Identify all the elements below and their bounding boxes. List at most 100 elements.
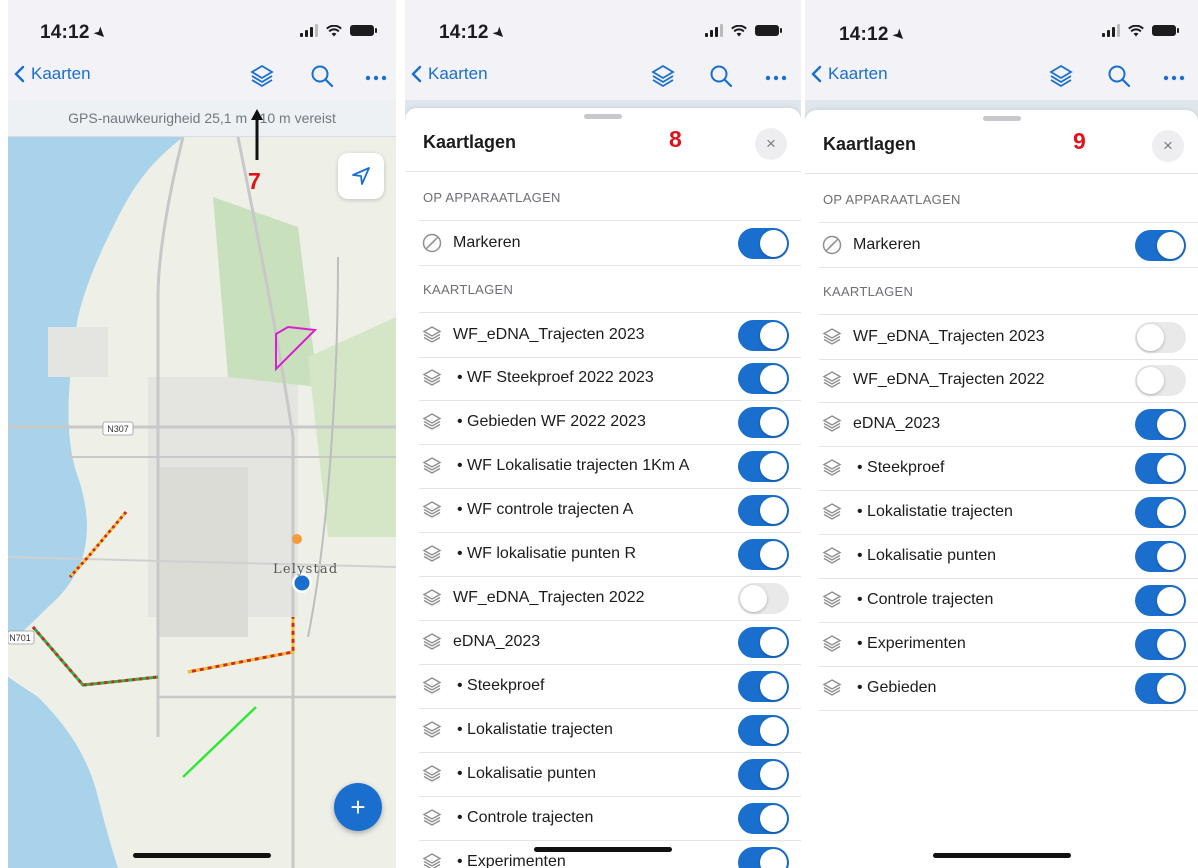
layer-toggle[interactable] <box>738 407 789 438</box>
layer-label: • WF Lokalisatie trajecten 1Km A <box>457 457 690 474</box>
layers-icon[interactable] <box>1047 62 1075 90</box>
close-button[interactable]: × <box>1152 130 1184 162</box>
map-view[interactable]: N307 N701 Lelystad <box>8 136 396 868</box>
layers-icon <box>419 717 445 743</box>
section-header-layers: KAARTLAGEN <box>823 284 914 299</box>
layer-toggle[interactable] <box>738 759 789 790</box>
wifi-icon <box>1128 24 1144 36</box>
layer-row: WF_eDNA_Trajecten 2023 <box>819 314 1198 360</box>
sheet-grabber[interactable] <box>982 116 1021 121</box>
layer-label: • Lokalisatie punten <box>857 547 997 564</box>
sheet-grabber[interactable] <box>584 114 622 119</box>
gps-accuracy-bar: GPS-nauwkeurigheid 25,1 m · 10 m vereist <box>8 100 396 137</box>
layers-icon <box>819 324 845 350</box>
layers-icon <box>819 675 845 701</box>
battery-icon <box>755 25 782 36</box>
layer-label: WF_eDNA_Trajecten 2022 <box>453 589 645 606</box>
road-label-n307: N307 <box>107 424 129 434</box>
layer-row: • Lokalistatie trajecten <box>419 708 801 753</box>
search-icon[interactable] <box>707 62 735 90</box>
more-icon[interactable] <box>763 62 789 90</box>
wifi-icon <box>326 24 342 36</box>
layer-row: eDNA_2023 <box>819 402 1198 447</box>
layer-toggle[interactable] <box>738 583 789 614</box>
search-icon[interactable] <box>308 62 336 90</box>
layers-icon <box>819 587 845 613</box>
layer-toggle[interactable] <box>1135 541 1186 572</box>
locate-button[interactable] <box>338 153 384 199</box>
more-icon[interactable] <box>1161 62 1187 90</box>
layers-icon <box>419 497 445 523</box>
layer-row: • WF Lokalisatie trajecten 1Km A <box>419 444 801 489</box>
sheet-title: Kaartlagen <box>823 134 917 154</box>
map-canvas[interactable]: N307 N701 Lelystad <box>8 136 396 868</box>
layer-toggle[interactable] <box>1135 409 1186 440</box>
nav-bar: Kaarten <box>8 56 396 100</box>
layer-toggle[interactable] <box>738 495 789 526</box>
layers-sheet: Kaartlagen 8 × OP APPARAATLAGEN Markeren… <box>405 108 801 868</box>
layer-toggle[interactable] <box>738 228 789 259</box>
layer-label: WF_eDNA_Trajecten 2023 <box>853 328 1045 345</box>
layer-toggle[interactable] <box>738 363 789 394</box>
close-button[interactable]: × <box>755 128 787 160</box>
more-icon[interactable] <box>363 62 389 90</box>
city-label: Lelystad <box>273 562 338 577</box>
layer-label: • Gebieden WF 2022 2023 <box>457 413 646 430</box>
section-header-device: OP APPARAATLAGEN <box>423 190 561 205</box>
layer-row: • Lokalisatie punten <box>419 752 801 797</box>
layer-label: Markeren <box>453 234 521 251</box>
layer-toggle[interactable] <box>738 671 789 702</box>
layer-row: • Gebieden WF 2022 2023 <box>419 400 801 445</box>
back-button[interactable]: Kaarten <box>811 64 888 84</box>
add-button[interactable]: + <box>334 783 382 831</box>
status-time: 14:12➤ <box>439 22 510 44</box>
layer-toggle[interactable] <box>1135 497 1186 528</box>
layer-toggle[interactable] <box>738 715 789 746</box>
section-header-layers: KAARTLAGEN <box>423 282 514 297</box>
layer-row: • WF Steekproef 2022 2023 <box>419 356 801 401</box>
search-icon[interactable] <box>1105 62 1133 90</box>
layer-toggle[interactable] <box>1135 230 1186 261</box>
layers-icon <box>419 761 445 787</box>
layer-row: • Experimenten <box>419 840 801 868</box>
layer-toggle[interactable] <box>738 451 789 482</box>
layer-row: • Experimenten <box>819 622 1198 667</box>
layers-icon <box>419 365 445 391</box>
status-bar: 14:12➤ <box>405 0 801 56</box>
no-edit-icon <box>822 235 842 255</box>
layer-toggle[interactable] <box>1135 453 1186 484</box>
annotation-arrow-icon <box>251 109 263 160</box>
back-button[interactable]: Kaarten <box>14 64 91 84</box>
layers-icon <box>419 453 445 479</box>
status-time: 14:12➤ <box>40 22 111 44</box>
layers-icon[interactable] <box>248 62 276 90</box>
layers-icon <box>419 849 445 868</box>
layer-row: • Controle trajecten <box>419 796 801 841</box>
layer-toggle[interactable] <box>1135 629 1186 660</box>
layer-label: • Steekproef <box>457 677 545 694</box>
layer-row: WF_eDNA_Trajecten 2022 <box>819 358 1198 403</box>
layers-icon <box>419 585 445 611</box>
home-indicator <box>133 853 271 858</box>
layer-row: • Steekproef <box>419 664 801 709</box>
home-indicator <box>534 847 672 852</box>
layer-toggle[interactable] <box>738 539 789 570</box>
layer-toggle[interactable] <box>738 847 789 868</box>
layer-label: • Controle trajecten <box>457 809 594 826</box>
layer-toggle[interactable] <box>1135 585 1186 616</box>
layers-icon[interactable] <box>649 62 677 90</box>
layer-toggle[interactable] <box>738 803 789 834</box>
back-button[interactable]: Kaarten <box>411 64 488 84</box>
layer-toggle[interactable] <box>1135 365 1186 396</box>
layers-screen-8: 14:12➤ Kaarten Kaartlagen 8 × OP APPARAA… <box>405 0 801 868</box>
layer-toggle[interactable] <box>1135 322 1186 353</box>
layers-screen-9: 14:12➤ Kaarten Kaartlagen 9 × OP APPARAA… <box>805 0 1198 868</box>
layer-toggle[interactable] <box>738 320 789 351</box>
status-bar: 14:12➤ <box>805 0 1198 56</box>
home-indicator <box>932 853 1071 858</box>
layer-label: • Lokalistatie trajecten <box>457 721 613 738</box>
layer-toggle[interactable] <box>1135 673 1186 704</box>
layer-toggle[interactable] <box>738 627 789 658</box>
road-label-n701: N701 <box>9 633 31 643</box>
layer-row: • Steekproef <box>819 446 1198 491</box>
